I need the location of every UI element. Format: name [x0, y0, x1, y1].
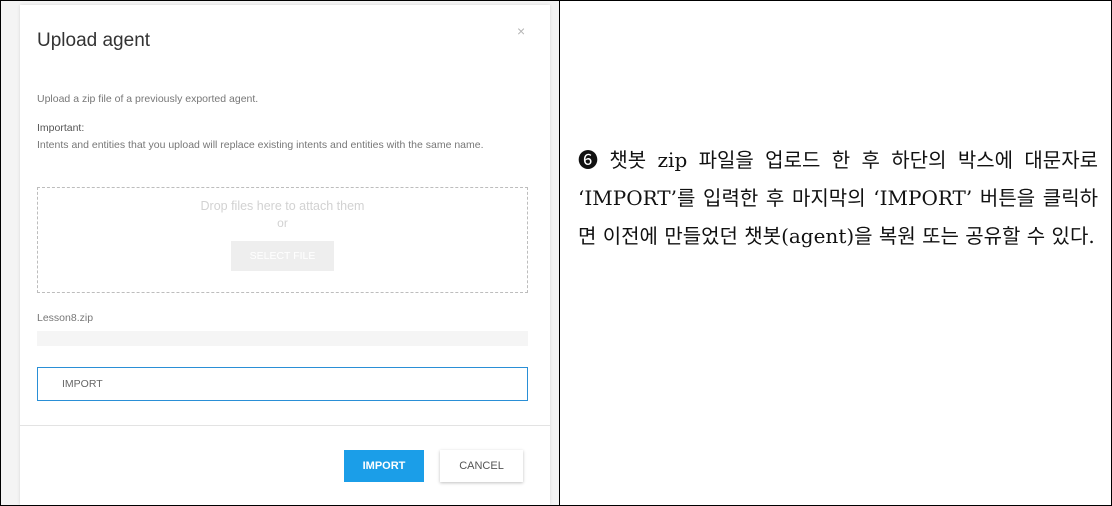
dropzone-text: Drop files here to attach them [200, 199, 365, 213]
important-text: Intents and entities that you upload wil… [37, 139, 484, 151]
uploaded-file-name: Lesson8.zip [37, 312, 94, 324]
file-dropzone[interactable]: Drop files here to attach them or SELECT… [37, 187, 528, 293]
important-label: Important: [37, 122, 85, 134]
footer-divider [20, 425, 550, 426]
close-icon[interactable]: × [517, 23, 525, 39]
import-button[interactable]: IMPORT [344, 450, 424, 482]
explanation-text: ➏ 챗봇 zip 파일을 업로드 한 후 하단의 박스에 대문자로 ‘IMPOR… [578, 148, 1098, 248]
dialog-title: Upload agent [37, 30, 151, 51]
layout-table: Upload agent × Upload a zip file of a pr… [0, 0, 1112, 506]
cancel-button[interactable]: CANCEL [440, 450, 523, 482]
screenshot-cell: Upload agent × Upload a zip file of a pr… [1, 1, 560, 505]
explanation-cell: ➏ 챗봇 zip 파일을 업로드 한 후 하단의 박스에 대문자로 ‘IMPOR… [560, 1, 1111, 505]
confirm-import-input[interactable] [37, 367, 528, 401]
select-file-button[interactable]: SELECT FILE [231, 241, 334, 271]
dropzone-or-text: or [277, 216, 288, 230]
upload-agent-dialog: Upload agent × Upload a zip file of a pr… [20, 5, 550, 505]
dialog-description: Upload a zip file of a previously export… [37, 93, 259, 105]
upload-progress-bar [37, 331, 528, 346]
